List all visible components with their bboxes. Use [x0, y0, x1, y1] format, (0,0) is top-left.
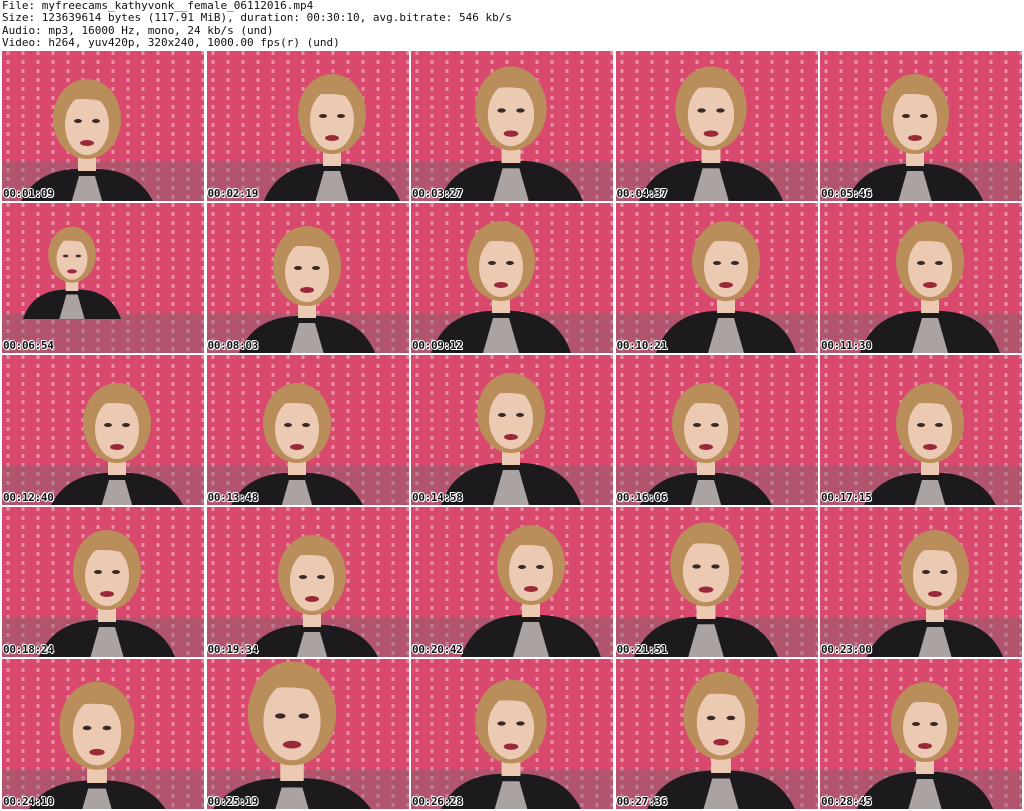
- thumbnail-timestamp: 00:18:24: [3, 643, 54, 656]
- video-thumbnail: 00:24:10: [2, 659, 204, 809]
- thumbnail-timestamp: 00:05:46: [821, 187, 872, 200]
- thumbnail-frame-image: [206, 659, 409, 809]
- thumbnail-timestamp: 00:28:45: [821, 795, 872, 808]
- thumbnail-frame-image: [411, 507, 613, 657]
- thumbnail-timestamp: 00:23:00: [821, 643, 872, 656]
- thumbnail-frame-image: [206, 507, 409, 657]
- video-info-line: Video: h264, yuv420p, 320x240, 1000.00 f…: [2, 36, 340, 50]
- thumbnail-frame-image: [615, 51, 818, 201]
- video-thumbnail: 00:14:58: [411, 355, 613, 505]
- thumbnail-timestamp: 00:06:54: [3, 339, 54, 352]
- thumbnail-frame-image: [615, 507, 818, 657]
- video-thumbnail: 00:04:37: [615, 51, 818, 201]
- video-thumbnail: 00:27:36: [615, 659, 818, 809]
- thumbnail-timestamp: 00:24:10: [3, 795, 54, 808]
- thumbnail-frame-image: [2, 507, 204, 657]
- video-thumbnail: 00:25:19: [206, 659, 409, 809]
- thumbnail-timestamp: 00:02:19: [207, 187, 259, 200]
- thumbnail-timestamp: 00:10:21: [616, 339, 668, 352]
- thumbnail-frame-image: [820, 355, 1022, 505]
- video-thumbnail: 00:19:34: [206, 507, 409, 657]
- thumbnail-frame-image: [206, 203, 409, 353]
- thumbnail-timestamp: 00:04:37: [616, 187, 668, 200]
- thumbnail-frame-image: [411, 51, 613, 201]
- thumbnail-frame-image: [411, 203, 613, 353]
- video-thumbnail: 00:09:12: [411, 203, 613, 353]
- video-thumbnail: 00:26:28: [411, 659, 613, 809]
- thumbnail-frame-image: [820, 51, 1022, 201]
- thumbnail-frame-image: [2, 203, 204, 353]
- thumbnail-frame-image: [2, 659, 204, 809]
- thumbnail-timestamp: 00:12:40: [3, 491, 54, 504]
- file-size-line: Size: 123639614 bytes (117.91 MiB), dura…: [2, 11, 512, 25]
- video-thumbnail: 00:18:24: [2, 507, 204, 657]
- thumbnail-timestamp: 00:21:51: [616, 643, 668, 656]
- thumbnail-frame-image: [411, 659, 613, 809]
- thumbnail-timestamp: 00:14:58: [412, 491, 463, 504]
- thumbnail-timestamp: 00:01:09: [3, 187, 54, 200]
- thumbnail-timestamp: 00:17:15: [821, 491, 872, 504]
- video-thumbnail: 00:13:48: [206, 355, 409, 505]
- thumbnail-grid: 00:01:09 00:02:19 00:03:27 00:04:37 00:05:46…: [2, 51, 1023, 810]
- video-thumbnail: 00:17:15: [820, 355, 1022, 505]
- thumbnail-frame-image: [206, 51, 409, 201]
- thumbnail-timestamp: 00:27:36: [616, 795, 668, 808]
- video-thumbnail: 00:28:45: [820, 659, 1022, 809]
- video-thumbnail: 00:11:30: [820, 203, 1022, 353]
- video-thumbnail: 00:10:21: [615, 203, 818, 353]
- thumbnail-frame-image: [2, 355, 204, 505]
- thumbnail-frame-image: [615, 355, 818, 505]
- thumbnail-frame-image: [615, 203, 818, 353]
- file-info-header: File: myfreecams_kathyvonk__female_06112…: [2, 0, 1022, 50]
- thumbnail-timestamp: 00:09:12: [412, 339, 463, 352]
- video-thumbnail: 00:03:27: [411, 51, 613, 201]
- thumbnail-frame-image: [2, 51, 204, 201]
- thumbnail-frame-image: [206, 355, 409, 505]
- thumbnail-timestamp: 00:16:06: [616, 491, 668, 504]
- thumbnail-timestamp: 00:26:28: [412, 795, 463, 808]
- thumbnail-timestamp: 00:11:30: [821, 339, 872, 352]
- thumbnail-frame-image: [411, 355, 613, 505]
- video-thumbnail: 00:05:46: [820, 51, 1022, 201]
- thumbnail-frame-image: [820, 203, 1022, 353]
- thumbnail-timestamp: 00:03:27: [412, 187, 463, 200]
- thumbnail-timestamp: 00:13:48: [207, 491, 259, 504]
- video-thumbnail: 00:20:42: [411, 507, 613, 657]
- thumbnail-timestamp: 00:19:34: [207, 643, 259, 656]
- thumbnail-timestamp: 00:20:42: [412, 643, 463, 656]
- video-thumbnail: 00:06:54: [2, 203, 204, 353]
- video-thumbnail: 00:16:06: [615, 355, 818, 505]
- thumbnail-frame-image: [820, 507, 1022, 657]
- thumbnail-frame-image: [615, 659, 818, 809]
- video-thumbnail: 00:01:09: [2, 51, 204, 201]
- video-thumbnail: 00:02:19: [206, 51, 409, 201]
- video-thumbnail: 00:12:40: [2, 355, 204, 505]
- video-thumbnail: 00:23:00: [820, 507, 1022, 657]
- thumbnail-timestamp: 00:25:19: [207, 795, 259, 808]
- thumbnail-frame-image: [820, 659, 1022, 809]
- video-thumbnail: 00:08:03: [206, 203, 409, 353]
- video-thumbnail: 00:21:51: [615, 507, 818, 657]
- thumbnail-timestamp: 00:08:03: [207, 339, 259, 352]
